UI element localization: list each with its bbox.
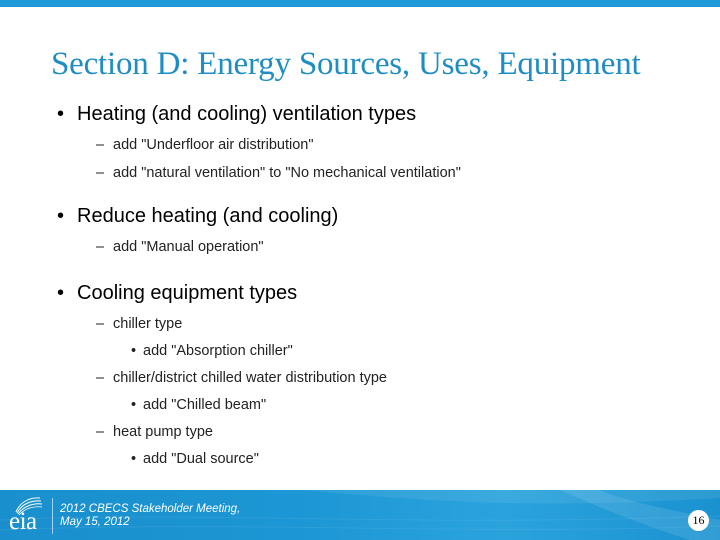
bullet-text: Reduce heating (and cooling)	[77, 205, 339, 227]
sub-bullet-natural-ventilation: – add "natural ventilation" to "No mecha…	[96, 165, 461, 181]
page-number-badge: 16	[688, 510, 709, 531]
bullet-marker: •	[131, 397, 137, 413]
slide-body: • Heating (and cooling) ventilation type…	[0, 0, 720, 480]
sub-sub-bullet-absorption-chiller: • add "Absorption chiller"	[131, 343, 293, 359]
bullet-heating-ventilation: • Heating (and cooling) ventilation type…	[57, 103, 417, 126]
sub-bullet-heat-pump-type: – heat pump type	[96, 424, 213, 440]
bullet-reduce-heating: • Reduce heating (and cooling)	[57, 205, 339, 228]
sub-sub-bullet-dual-source: • add "Dual source"	[131, 451, 259, 467]
eia-logo: eia	[6, 494, 48, 535]
sub-bullet-text: add "Manual operation"	[113, 239, 264, 255]
sub-sub-bullet-text: add "Absorption chiller"	[143, 343, 293, 359]
bullet-marker: •	[131, 343, 137, 359]
bullet-marker: •	[131, 451, 137, 467]
sub-bullet-text: add "Underfloor air distribution"	[113, 137, 314, 153]
sub-bullet-text: heat pump type	[113, 424, 213, 440]
footer-meeting-info: 2012 CBECS Stakeholder Meeting, May 15, …	[60, 503, 240, 529]
dash-marker: –	[96, 137, 105, 153]
dash-marker: –	[96, 239, 105, 255]
sub-sub-bullet-text: add "Dual source"	[143, 451, 259, 467]
sub-bullet-text: chiller type	[113, 316, 183, 332]
sub-bullet-chiller-type: – chiller type	[96, 316, 183, 332]
sub-sub-bullet-text: add "Chilled beam"	[143, 397, 267, 413]
slide-footer: eia 2012 CBECS Stakeholder Meeting, May …	[0, 490, 720, 540]
logo-divider	[52, 498, 53, 534]
bullet-marker: •	[57, 205, 65, 227]
dash-marker: –	[96, 165, 105, 181]
footer-line-2: May 15, 2012	[60, 516, 130, 528]
bullet-cooling-equipment: • Cooling equipment types	[57, 282, 298, 305]
eia-logo-text: eia	[9, 508, 37, 535]
sub-bullet-chilled-water-distribution: – chiller/district chilled water distrib…	[96, 370, 387, 386]
sub-sub-bullet-chilled-beam: • add "Chilled beam"	[131, 397, 267, 413]
sub-bullet-manual-operation: – add "Manual operation"	[96, 239, 264, 255]
bullet-text: Cooling equipment types	[77, 282, 298, 304]
sub-bullet-text: add "natural ventilation" to "No mechani…	[113, 165, 461, 181]
footer-line-1: 2012 CBECS Stakeholder Meeting,	[60, 503, 241, 515]
bullet-marker: •	[57, 103, 65, 125]
sub-bullet-underfloor: – add "Underfloor air distribution"	[96, 137, 314, 153]
bullet-marker: •	[57, 282, 65, 304]
dash-marker: –	[96, 370, 105, 386]
dash-marker: –	[96, 424, 105, 440]
bullet-text: Heating (and cooling) ventilation types	[77, 103, 417, 125]
sub-bullet-text: chiller/district chilled water distribut…	[113, 370, 387, 386]
dash-marker: –	[96, 316, 105, 332]
